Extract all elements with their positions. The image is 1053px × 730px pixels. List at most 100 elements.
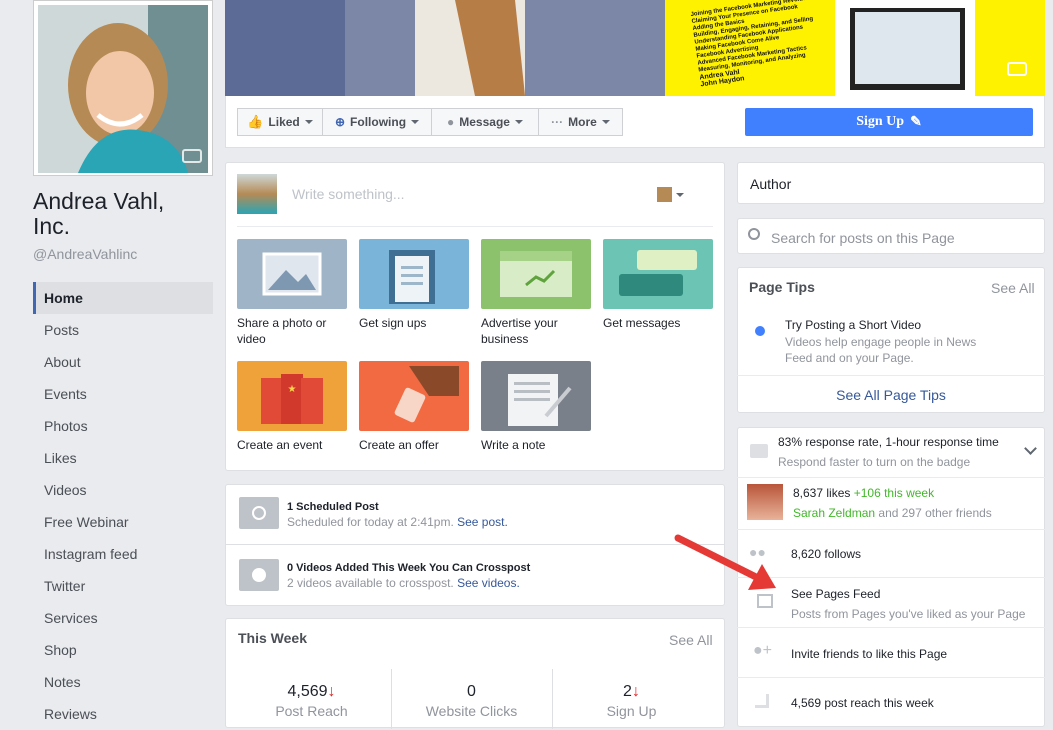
search-input[interactable]: Search for posts on this Page [771, 230, 955, 246]
search-posts[interactable]: Search for posts on this Page [737, 218, 1045, 254]
pages-feed-title: See Pages Feed [791, 587, 881, 601]
this-week-title: This Week [238, 630, 307, 646]
see-post-link[interactable]: See post. [457, 515, 508, 529]
video-icon [239, 559, 279, 591]
nav-home[interactable]: Home [33, 282, 213, 314]
avatar-small-icon [657, 187, 672, 202]
likes-row: 8,637 likes +106 this week Sarah Zeldman… [737, 477, 1045, 529]
composer-avatar [237, 174, 277, 214]
sign-up-button[interactable]: Sign Up ✎ [745, 108, 1033, 136]
post-reach-row[interactable]: 4,569 post reach this week [737, 677, 1045, 727]
annotation-arrow [674, 534, 776, 590]
page-name: Andrea Vahl, Inc. [33, 188, 165, 239]
photo-icon [237, 239, 347, 309]
avatar [38, 5, 208, 173]
see-videos-link[interactable]: See videos. [457, 576, 520, 590]
nav-likes[interactable]: Likes [33, 442, 213, 474]
pencil-icon: ✎ [910, 114, 922, 130]
tip-title[interactable]: Try Posting a Short Video [785, 318, 921, 332]
stat-post-reach[interactable]: 4,569↓ Post Reach [240, 683, 383, 719]
lightbulb-icon [755, 326, 765, 336]
tile-advertise[interactable]: Advertise your business [481, 239, 591, 347]
nav-instagram-feed[interactable]: Instagram feed [33, 538, 213, 570]
nav-twitter[interactable]: Twitter [33, 570, 213, 602]
ellipsis-icon: ··· [551, 115, 564, 129]
chart-icon [481, 239, 591, 309]
videos-title[interactable]: 0 Videos Added This Week You Can Crosspo… [287, 562, 530, 574]
response-hint: Respond faster to turn on the badge [778, 455, 971, 469]
likes-delta: +106 this week [853, 486, 935, 500]
chat-bubble-icon [750, 444, 768, 458]
message-button[interactable]: ● Message [432, 108, 539, 136]
this-week-see-all[interactable]: See All [669, 632, 713, 648]
nav-free-webinar[interactable]: Free Webinar [33, 506, 213, 538]
bar-chart-icon [755, 694, 769, 708]
tile-get-messages[interactable]: Get messages [603, 239, 713, 331]
tile-write-note[interactable]: Write a note [481, 361, 591, 453]
thumbs-up-icon: 👍 [247, 114, 264, 129]
scheduled-post-desc: Scheduled for today at 2:41pm. See post. [287, 515, 508, 529]
nav-photos[interactable]: Photos [33, 410, 213, 442]
see-all-page-tips-link[interactable]: See All Page Tips [737, 387, 1045, 403]
cover-photo[interactable]: Joining the Facebook Marketing Revolutio… [225, 0, 1045, 96]
caret-down-icon [676, 192, 684, 197]
rss-icon: ⊕ [334, 115, 346, 129]
nav-videos[interactable]: Videos [33, 474, 213, 506]
post-reach-label: 4,569 post reach this week [791, 696, 934, 710]
friend-avatar[interactable] [747, 484, 783, 520]
nav-services[interactable]: Services [33, 602, 213, 634]
add-person-icon: ●+ [753, 642, 773, 659]
other-friends[interactable]: and 297 other friends [878, 506, 991, 520]
stat-sign-up[interactable]: 2↓ Sign Up [560, 683, 703, 719]
clipboard-icon [359, 239, 469, 309]
tip-desc: Videos help engage people in News Feed a… [785, 335, 977, 365]
cover-image [225, 0, 1045, 96]
stat-divider [391, 669, 392, 729]
tile-share-photo[interactable]: Share a photo or video [237, 239, 347, 347]
nav-shop[interactable]: Shop [33, 634, 213, 666]
response-rate: 83% response rate, 1-hour response time [778, 435, 999, 449]
note-icon [481, 361, 591, 431]
more-button[interactable]: ··· More [539, 108, 623, 136]
tile-create-event[interactable]: ★ Create an event [237, 361, 347, 453]
friend-name[interactable]: Sarah Zeldman [793, 506, 875, 520]
nav-about[interactable]: About [33, 346, 213, 378]
likes-count[interactable]: 8,637 likes [793, 486, 850, 500]
composer-divider [237, 226, 713, 227]
stat-website-clicks[interactable]: 0 Website Clicks [400, 683, 543, 719]
profile-photo[interactable] [33, 0, 213, 176]
page-tips-title: Page Tips [749, 279, 815, 295]
follows-count: 8,620 follows [791, 547, 862, 561]
nav-reviews[interactable]: Reviews [33, 698, 213, 730]
camera-icon[interactable] [182, 149, 202, 163]
scheduled-post-title[interactable]: 1 Scheduled Post [287, 501, 379, 513]
caret-down-icon [411, 120, 420, 124]
page-tips-see-all[interactable]: See All [991, 280, 1035, 296]
nav-notes[interactable]: Notes [33, 666, 213, 698]
page-handle: @AndreaVahlinc [33, 246, 138, 262]
ticket-icon: ★ [237, 361, 347, 431]
following-button[interactable]: ⊕ Following [323, 108, 432, 136]
messenger-icon: ● [447, 115, 455, 129]
invite-friends-row[interactable]: ●+ Invite friends to like this Page [737, 627, 1045, 677]
audience-selector[interactable] [657, 187, 684, 202]
composer-input[interactable]: Write something... [292, 186, 405, 202]
clock-icon [239, 497, 279, 529]
chat-bubbles-icon [603, 239, 713, 309]
caret-down-icon [304, 120, 313, 124]
caret-down-icon [514, 120, 523, 124]
tile-create-offer[interactable]: Create an offer [359, 361, 469, 453]
down-arrow-icon: ↓ [327, 683, 336, 700]
author-card[interactable]: Author [737, 162, 1045, 204]
svg-text:★: ★ [288, 384, 297, 395]
videos-desc: 2 videos available to crosspost. See vid… [287, 576, 520, 590]
liked-button[interactable]: 👍 Liked [237, 108, 323, 136]
tile-get-sign-ups[interactable]: Get sign ups [359, 239, 469, 331]
nav-posts[interactable]: Posts [33, 314, 213, 346]
stat-divider [552, 669, 553, 729]
tips-divider [737, 375, 1045, 376]
pages-feed-desc: Posts from Pages you've liked as your Pa… [791, 607, 1026, 621]
nav-events[interactable]: Events [33, 378, 213, 410]
camera-icon[interactable] [1007, 62, 1027, 76]
caret-down-icon [601, 120, 610, 124]
